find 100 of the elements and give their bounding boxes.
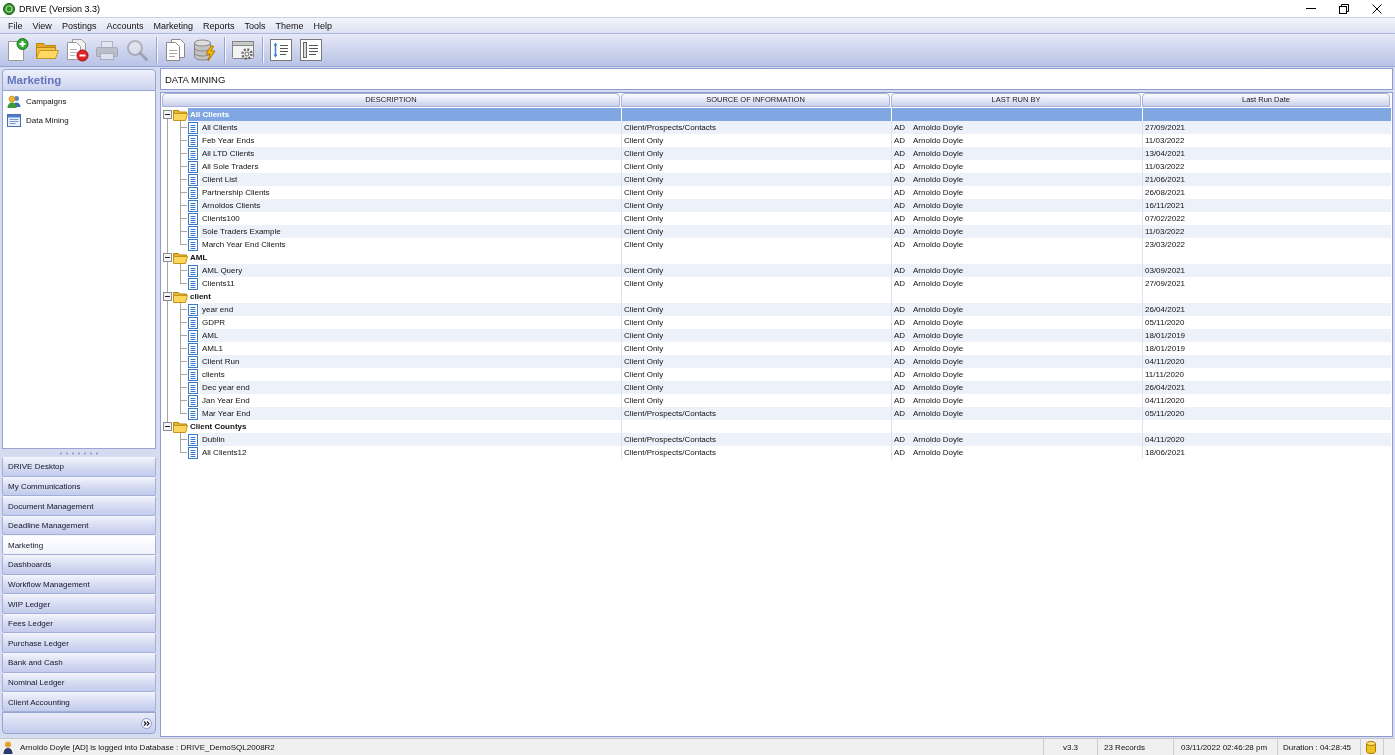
user-initials: AD [894,174,907,185]
nav-button[interactable]: Fees Ledger [2,613,156,634]
table-row[interactable]: All LTD Clients Client Only AD Arnoldo Doyle 13/04/2021 [162,147,1391,160]
nav-button[interactable]: WIP Ledger [2,594,156,614]
source-text: Client/Prospects/Contacts [624,434,717,445]
table-row[interactable]: All Clients Client/Prospects/Contacts AD Arnoldo Doyle 27/09/2021 [162,121,1391,134]
nav-button[interactable]: Bank and Cash [2,653,156,673]
table-row[interactable]: AML Client Only AD Arnoldo Doyle 18/01/2019 [162,329,1391,342]
collapse-icon[interactable] [163,253,172,262]
menu-item[interactable]: File [3,18,28,33]
user-name: Arnoldo Doyle [913,408,964,419]
source-text: Client Only [624,278,664,289]
document-icon [188,433,198,446]
timestamp: 03/11/2022 02:46:28 pm [1173,739,1277,755]
user-name: Arnoldo Doyle [913,317,964,328]
nav-button[interactable]: DRIVE Desktop [2,457,156,477]
table-row[interactable]: Dublin Client/Prospects/Contacts AD Arnoldo Doyle 04/11/2020 [162,433,1391,446]
sidebar-item[interactable]: Data Mining [6,111,71,130]
user-name: Arnoldo Doyle [913,382,964,393]
query-name: Jan Year End [202,395,250,406]
table-row[interactable]: year end Client Only AD Arnoldo Doyle 26/04/2021 [162,303,1391,316]
menu-item[interactable]: Help [308,18,337,33]
nav-button[interactable]: Marketing [2,535,156,556]
query-name: Client List [202,174,238,185]
window-icon [7,114,21,127]
collapse-icon[interactable] [163,292,172,301]
source-text: Client Only [624,304,664,315]
user-name: Arnoldo Doyle [913,343,964,354]
source-text: Client Only [624,382,664,393]
user-name: Arnoldo Doyle [913,356,964,367]
table-row[interactable]: Sole Traders Example Client Only AD Arnoldo Doyle 11/03/2022 [162,225,1391,238]
menu-item[interactable]: View [27,18,57,33]
folder-icon [173,251,188,264]
table-row[interactable]: Client Run Client Only AD Arnoldo Doyle 04/11/2020 [162,355,1391,368]
run-date: 21/06/2021 [1145,174,1186,185]
query-name: Dublin [202,434,225,445]
minimize-icon [1305,8,1316,9]
query-name: AML [202,330,219,341]
run-date: 11/03/2022 [1145,226,1185,237]
document-icon [188,186,198,199]
user-name: Arnoldo Doyle [913,148,964,159]
nav-button[interactable]: Document Management [2,496,156,516]
table-row[interactable]: Arnoldos Clients Client Only AD Arnoldo Doyle 16/11/2021 [162,199,1391,212]
source-text: Client Only [624,135,664,146]
run-date: 23/03/2022 [1145,239,1186,250]
window-gear-icon [231,38,255,62]
menu-item[interactable]: Tools [239,18,271,33]
run-date: 18/01/2019 [1145,330,1186,341]
document-icon [188,212,198,225]
nav-button[interactable]: Nominal Ledger [2,672,156,693]
source-text: Client Only [624,187,664,198]
folder-icon [173,420,188,433]
query-name: year end [202,304,234,315]
nav-button[interactable]: Client Accounting [2,692,156,712]
run-date: 05/11/2020 [1145,317,1185,328]
menu-item[interactable]: Postings [56,18,102,33]
table-row[interactable]: Dec year end Client Only AD Arnoldo Doyle 26/04/2021 [162,381,1391,394]
menu-item[interactable]: Marketing [148,18,198,33]
query-name: All Clients12 [202,447,247,458]
run-date: 07/02/2022 [1145,213,1186,224]
collapse-icon[interactable] [163,110,172,119]
document-icon [188,407,198,420]
collapse-icon[interactable] [163,422,172,431]
source-text: Client/Prospects/Contacts [624,408,717,419]
user-name: Arnoldo Doyle [913,395,964,406]
query-name: All Clients [202,122,238,133]
nav-button[interactable]: Dashboards [2,555,156,575]
printer-icon [95,38,119,62]
user-initials: AD [894,226,907,237]
document-icon [188,134,198,147]
user-initials: AD [894,122,907,133]
user-initials: AD [894,278,907,289]
source-text: Client Only [624,395,664,406]
user-name: Arnoldo Doyle [913,239,964,250]
sidebar-item[interactable]: Campaigns [6,92,69,111]
run-date: 18/06/2021 [1145,447,1186,458]
table-row[interactable]: Client List Client Only AD Arnoldo Doyle 21/06/2021 [162,173,1391,186]
table-row[interactable]: AML Query Client Only AD Arnoldo Doyle 03/09/2021 [162,264,1391,277]
nav-button[interactable]: Workflow Management [2,574,156,595]
grip-icon[interactable] [59,451,99,455]
table-row[interactable]: Mar Year End Client/Prospects/Contacts AD Arnoldo Doyle 05/11/2020 [162,407,1391,420]
panel-title: DATA MINING [160,68,1393,90]
nav-button[interactable]: Purchase Ledger [2,633,156,654]
query-name: Arnoldos Clients [202,200,261,211]
menu-item[interactable]: Reports [197,18,240,33]
user-initials: AD [894,408,907,419]
source-text: Client Only [624,226,664,237]
user-initials: AD [894,317,907,328]
menu-item[interactable]: Theme [270,18,309,33]
document-icon [188,277,198,290]
source-text: Client/Prospects/Contacts [624,447,717,458]
run-date: 16/11/2021 [1145,200,1185,211]
expand-button[interactable] [141,717,152,729]
query-name: Client Run [202,356,240,367]
nav-button[interactable]: Deadline Management [2,515,156,536]
source-text: Client Only [624,317,664,328]
menu-item[interactable]: Accounts [101,18,149,33]
source-text: Client/Prospects/Contacts [624,122,717,133]
nav-button[interactable]: My Communications [2,476,156,497]
database-icon [1366,740,1376,754]
